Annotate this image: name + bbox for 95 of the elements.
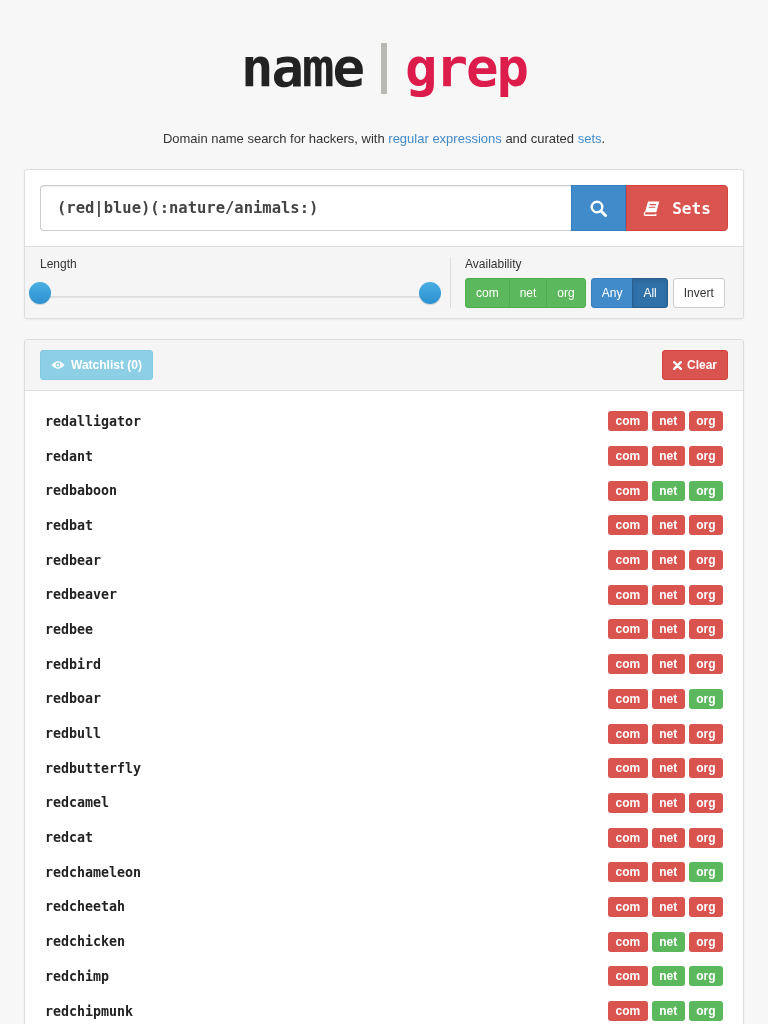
tld-badge[interactable]: com [607,654,648,675]
domain-name: redant [45,448,94,464]
tld-badge[interactable]: org [688,480,723,501]
tld-badge[interactable]: com [607,966,648,987]
domain-name: redalligator [45,413,142,429]
invert-button[interactable]: Invert [672,278,725,308]
tld-badge[interactable]: com [607,619,648,640]
tld-badge[interactable]: com [607,480,648,501]
tld-badge[interactable]: com [607,862,648,883]
tld-toggle[interactable]: net [508,278,548,308]
mode-button[interactable]: Any [590,278,634,308]
domain-name: redcheetah [45,899,126,915]
mode-button[interactable]: All [632,278,668,308]
tld-badge[interactable]: org [688,1001,723,1022]
tld-badge[interactable]: net [651,896,685,917]
tld-badge[interactable]: net [651,1001,685,1022]
domain-name: redboar [45,691,102,707]
tld-badge[interactable]: com [607,688,648,709]
tld-badge[interactable]: com [607,827,648,848]
tld-badge[interactable]: net [651,792,685,813]
domain-name: redbutterfly [45,760,142,776]
tld-toggle[interactable]: org [546,278,586,308]
clear-button[interactable]: Clear [661,350,728,380]
tld-badge[interactable]: com [607,896,648,917]
domain-name: redbull [45,726,102,742]
tld-toggle[interactable]: com [465,278,510,308]
domain-name: redchicken [45,934,126,950]
domain-name: redbaboon [45,483,118,499]
tagline-link[interactable]: sets [577,131,602,146]
tld-badge[interactable]: org [688,584,723,605]
tld-badge[interactable]: net [651,654,685,675]
tld-badge[interactable]: com [607,550,648,571]
tld-badge[interactable]: net [651,619,685,640]
tld-badge[interactable]: org [688,758,723,779]
tld-badge[interactable]: com [607,931,648,952]
domain-name: redbee [45,621,94,637]
search-input[interactable]: (red|blue)(:nature/animals:) [40,185,571,231]
slider-handle[interactable] [419,282,441,304]
domain-name: redcat [45,830,94,846]
tld-badge[interactable]: net [651,862,685,883]
tld-badge[interactable]: net [651,411,685,432]
tld-badge[interactable]: org [688,792,723,813]
tld-badge[interactable]: net [651,827,685,848]
logo-text: grep [405,35,528,101]
tld-badge[interactable]: net [651,515,685,536]
eye-icon [51,360,65,370]
tld-badge[interactable]: net [651,550,685,571]
tld-badge[interactable]: org [688,411,723,432]
tld-badge[interactable]: net [651,723,685,744]
domain-name: redchipmunk [45,1003,134,1019]
tld-badge[interactable]: com [607,723,648,744]
tld-badge[interactable]: org [688,688,723,709]
tagline-link[interactable]: regular expressions [388,131,502,146]
tld-badge[interactable]: com [607,411,648,432]
tld-badge[interactable]: org [688,619,723,640]
domain-name: redchameleon [45,864,142,880]
tld-badge[interactable]: com [607,792,648,813]
tld-badge[interactable]: com [607,515,648,536]
sets-button[interactable]: Sets [626,185,728,231]
availability-label: Availability [465,257,522,271]
domain-name: redchimp [45,968,110,984]
tld-badge[interactable]: net [651,758,685,779]
tld-badge[interactable]: net [651,446,685,467]
search-button[interactable] [571,185,626,231]
close-icon [672,360,682,370]
length-label: Length [40,257,77,271]
tld-badge[interactable]: org [688,896,723,917]
tld-badge[interactable]: com [607,1001,648,1022]
tld-badge[interactable]: org [688,931,723,952]
domain-name: redbat [45,517,94,533]
tagline: Domain name search for hackers, with regular expressions and curated sets. [161,131,607,147]
domain-name: redcamel [45,795,110,811]
book-icon [643,200,661,216]
domain-name: redbear [45,552,102,568]
domain-name: redbeaver [45,587,118,603]
domain-name: redbird [45,656,102,672]
tld-badge[interactable]: org [688,966,723,987]
tld-badge[interactable]: com [607,758,648,779]
tld-badge[interactable]: net [651,931,685,952]
tld-badge[interactable]: net [651,584,685,605]
tld-badge[interactable]: org [688,446,723,467]
tld-badge[interactable]: org [688,862,723,883]
tld-badge[interactable]: net [651,966,685,987]
tld-badge[interactable]: net [651,688,685,709]
logo-text: name [240,35,363,101]
tld-badge[interactable]: org [688,515,723,536]
tld-badge[interactable]: org [688,723,723,744]
tld-badge[interactable]: com [607,446,648,467]
slider-handle[interactable] [29,282,51,304]
search-icon [590,199,607,217]
tld-badge[interactable]: com [607,584,648,605]
tld-badge[interactable]: org [688,827,723,848]
tld-badge[interactable]: org [688,654,723,675]
tld-badge[interactable]: net [651,480,685,501]
tld-badge[interactable]: org [688,550,723,571]
